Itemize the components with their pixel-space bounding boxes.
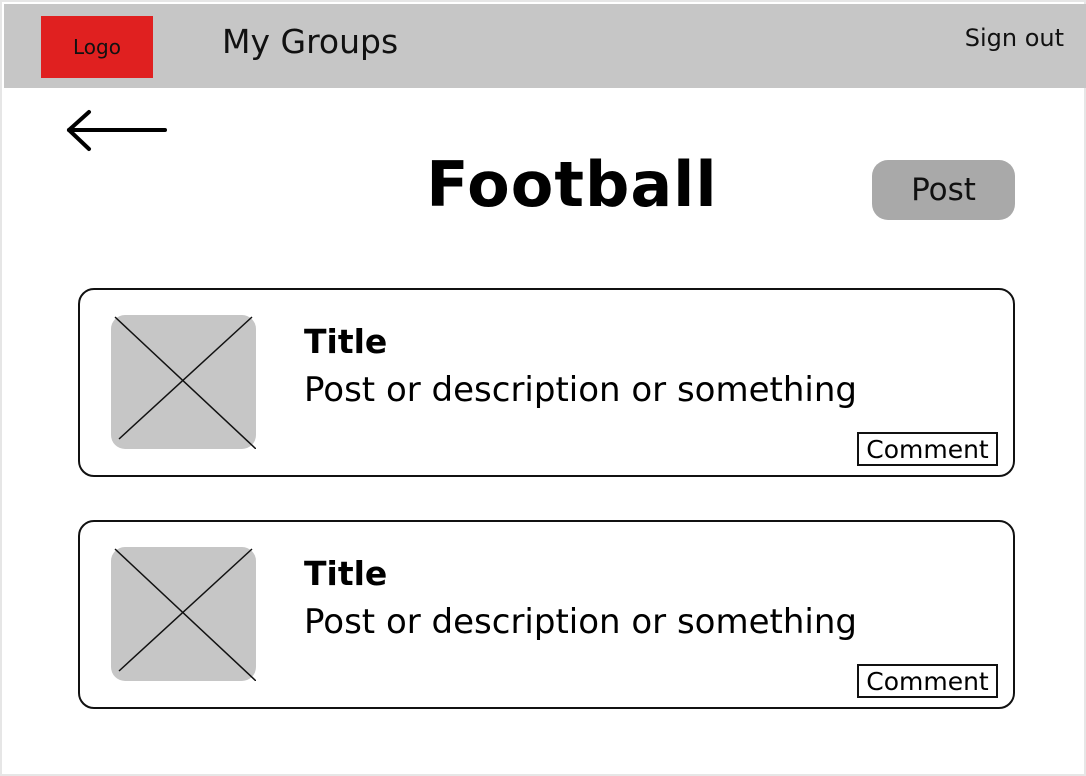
comment-button[interactable]: Comment: [857, 432, 998, 466]
post-card: Title Post or description or something C…: [78, 520, 1015, 709]
post-title: Title: [304, 322, 388, 361]
sign-out-link[interactable]: Sign out: [965, 24, 1064, 52]
image-placeholder-icon: [111, 315, 256, 449]
image-placeholder-icon: [111, 547, 256, 681]
post-description: Post or description or something: [304, 602, 857, 642]
post-description: Post or description or something: [304, 370, 857, 410]
top-nav-bar: Logo My Groups Sign out: [4, 4, 1086, 88]
logo[interactable]: Logo: [41, 16, 153, 78]
back-arrow-icon[interactable]: [62, 108, 172, 156]
app-frame: Logo My Groups Sign out Football Post Ti…: [0, 0, 1086, 776]
comment-button[interactable]: Comment: [857, 664, 998, 698]
page-title: Football: [426, 148, 718, 221]
post-button[interactable]: Post: [872, 160, 1015, 220]
post-title: Title: [304, 554, 388, 593]
nav-my-groups-link[interactable]: My Groups: [222, 22, 398, 61]
post-card: Title Post or description or something C…: [78, 288, 1015, 477]
